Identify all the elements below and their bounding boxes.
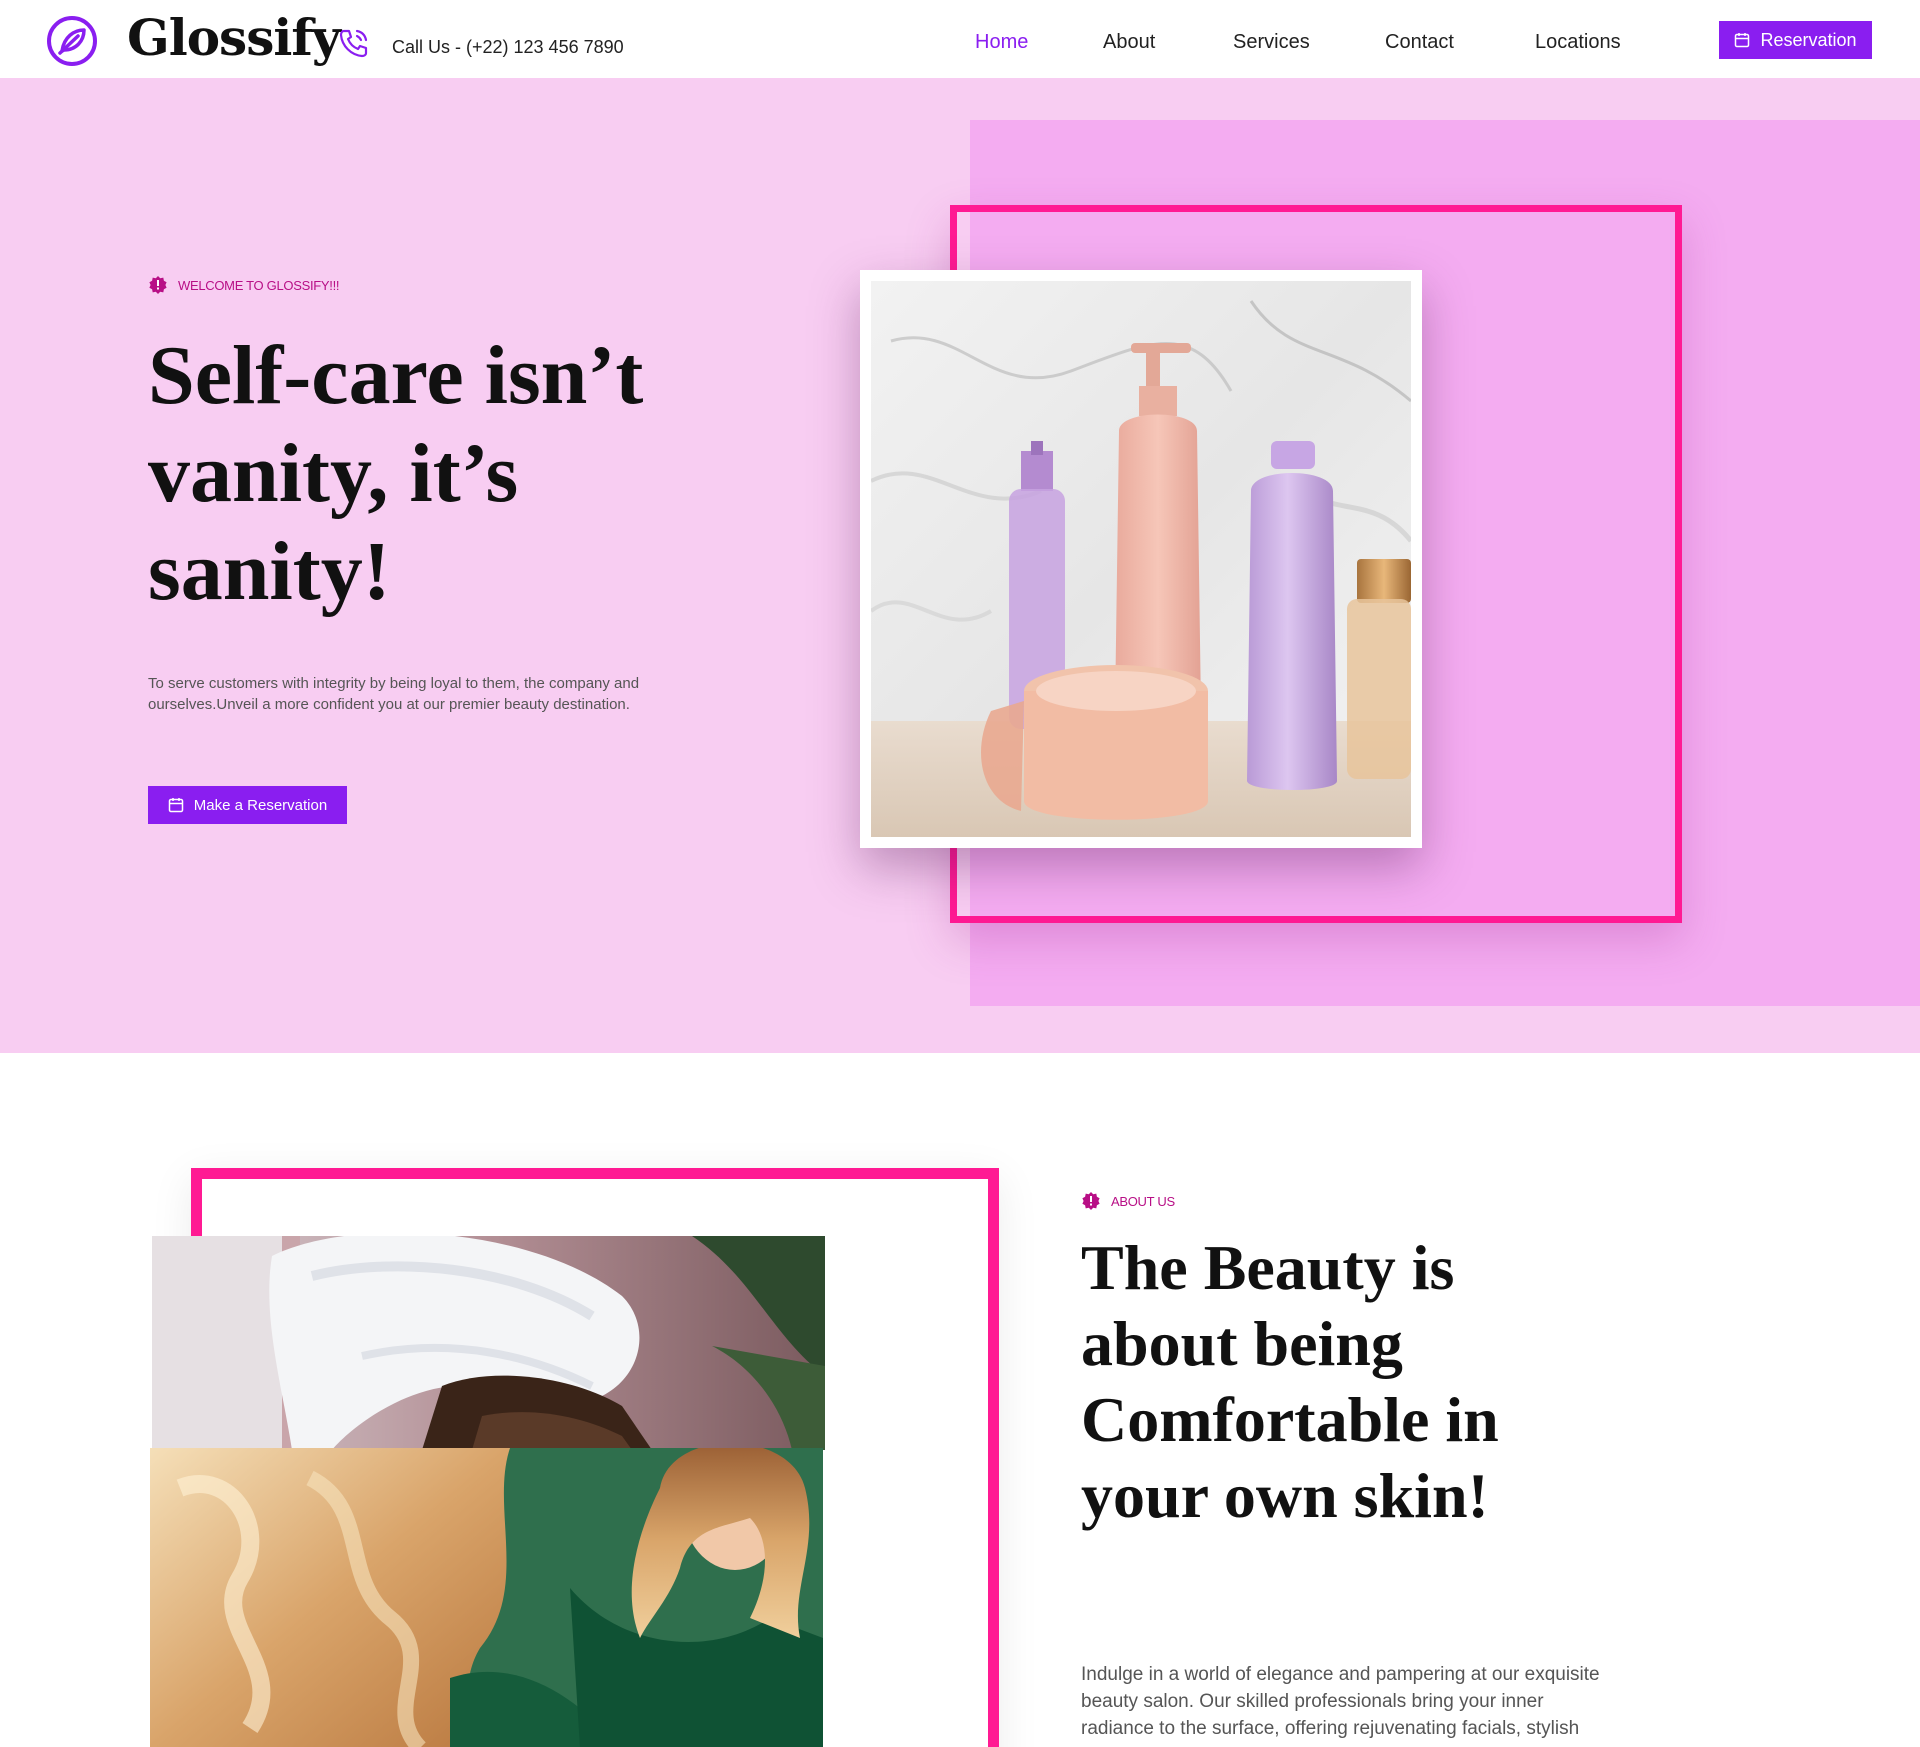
about-title: The Beauty is about being Comfortable in…: [1081, 1232, 1499, 1531]
make-reservation-label: Make a Reservation: [193, 796, 328, 814]
about-description: Indulge in a world of elegance and pampe…: [1081, 1664, 1600, 1739]
phone-icon: [338, 27, 370, 59]
logo-icon[interactable]: [46, 15, 98, 67]
reservation-label: Reservation: [1760, 29, 1857, 50]
about-eyebrow: ABOUT US: [1081, 1191, 1175, 1211]
calendar-icon: [168, 797, 184, 813]
navbar: Glossify Call Us - (+22) 123 456 7890 Ho…: [0, 0, 1920, 78]
nav-contact[interactable]: Contact: [1385, 31, 1454, 54]
make-reservation-button[interactable]: Make a Reservation: [148, 786, 347, 824]
about-image-hair: [150, 1448, 823, 1747]
nav-home[interactable]: Home: [975, 31, 1028, 54]
nav-services[interactable]: Services: [1233, 31, 1310, 54]
badge-icon: [148, 275, 168, 295]
hero-section: WELCOME TO GLOSSIFY!!! Self-care isn’t v…: [0, 78, 1920, 1053]
hero-title: Self-care isn’t vanity, it’s sanity!: [148, 329, 644, 618]
nav-about[interactable]: About: [1103, 31, 1155, 54]
about-eyebrow-text: ABOUT US: [1111, 1193, 1175, 1209]
brand-name[interactable]: Glossify: [127, 8, 341, 67]
hero-eyebrow-text: WELCOME TO GLOSSIFY!!!: [178, 277, 340, 293]
calendar-icon: [1734, 32, 1750, 48]
about-image-towel: [152, 1236, 825, 1450]
hero-description: To serve customers with integrity by bei…: [148, 675, 640, 713]
hero-eyebrow: WELCOME TO GLOSSIFY!!!: [148, 275, 340, 295]
nav-locations[interactable]: Locations: [1535, 31, 1621, 54]
reservation-button[interactable]: Reservation: [1719, 21, 1872, 59]
badge-icon: [1081, 1191, 1101, 1211]
hero-product-image: [860, 270, 1422, 848]
call-us-text: Call Us - (+22) 123 456 7890: [392, 37, 624, 57]
